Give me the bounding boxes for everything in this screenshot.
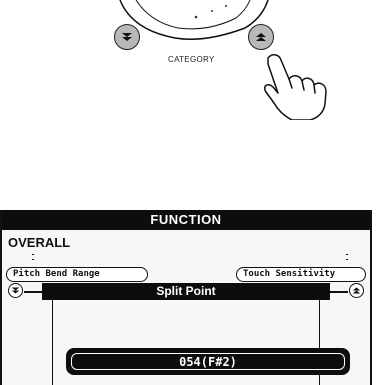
- next-function-item: Touch Sensitivity: [236, 267, 366, 282]
- scroll-up-icon: [349, 283, 364, 298]
- category-label: CATEGORY: [168, 55, 215, 64]
- lcd-display: FUNCTION OVERALL Pitch Bend Range Touch …: [0, 210, 372, 385]
- function-value: 054(F#2): [71, 353, 345, 370]
- pointing-hand-icon: [263, 54, 327, 120]
- current-function-title: Split Point: [42, 283, 330, 300]
- category-up-button[interactable]: [248, 24, 274, 50]
- connector-line-right: [330, 291, 348, 293]
- value-box: 054(F#2): [66, 348, 350, 375]
- scroll-down-icon: [8, 283, 23, 298]
- prev-function-item: Pitch Bend Range: [6, 267, 148, 282]
- connector-line-left: [24, 291, 42, 293]
- category-down-button[interactable]: [114, 24, 140, 50]
- control-panel-illustration: CATEGORY: [0, 0, 390, 120]
- scroll-tick-left: [32, 254, 34, 260]
- scroll-tick-right: [346, 254, 348, 260]
- lcd-screen: OVERALL Pitch Bend Range Touch Sensitivi…: [2, 230, 370, 385]
- display-title: FUNCTION: [2, 210, 370, 230]
- category-up-arrow-icon: [256, 33, 266, 41]
- section-label: OVERALL: [8, 235, 71, 250]
- category-down-arrow-icon: [122, 33, 132, 41]
